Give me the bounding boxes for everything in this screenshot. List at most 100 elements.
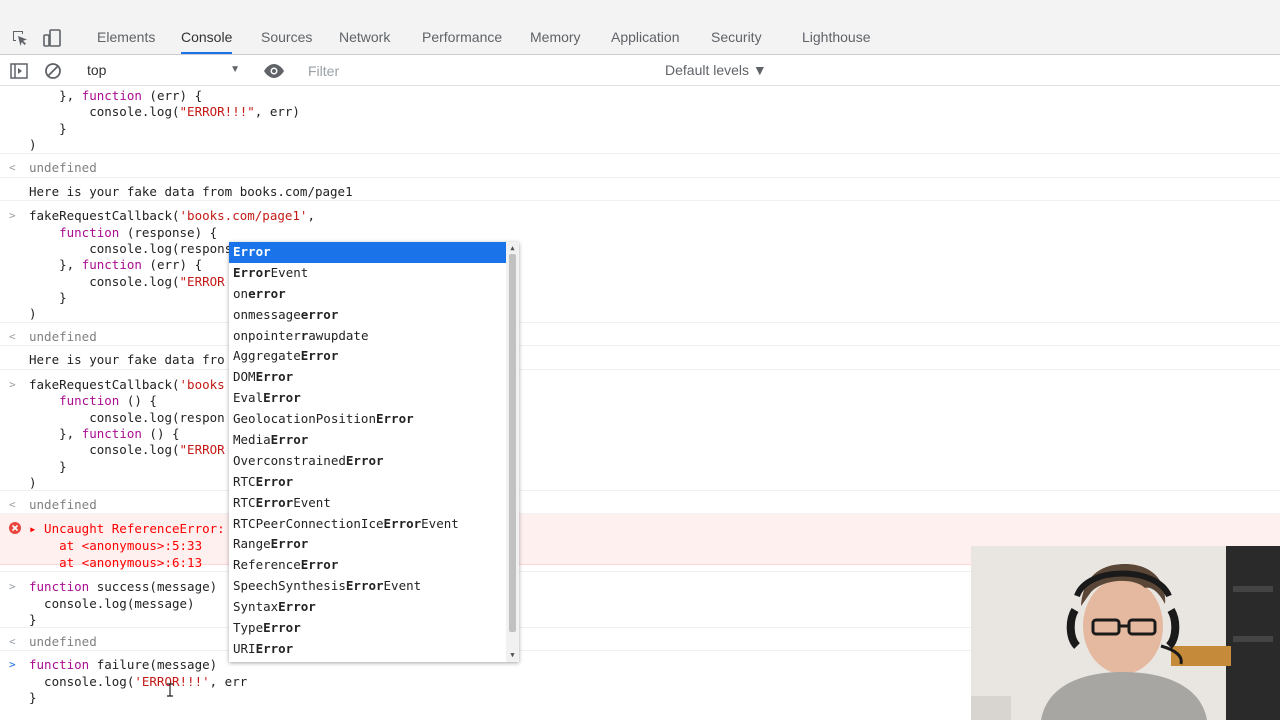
console-line: function (response) { [0,224,1280,241]
console-line-text: function failure(message) [29,657,218,672]
sidebar-toggle-icon[interactable] [9,61,29,81]
console-line-text: }, function (err) { [29,88,203,103]
result-arrow-icon: < [9,498,16,511]
autocomplete-dropdown[interactable]: Error ErrorEvent onerror onmessageerror onpo… [229,242,519,662]
console-line-text: at <anonymous>:5:33 [29,538,203,553]
console-line: console.log("ERROR!!!", err) [0,103,1280,120]
result-arrow-icon: < [9,161,16,174]
text-cursor-icon [166,683,173,697]
autocomplete-item[interactable]: ReferenceError [229,555,506,576]
console-line-text: function (response) { [59,225,218,240]
console-message-separator [0,200,1280,201]
tab-console[interactable]: Console [181,28,233,54]
console-line-text: ▸ Uncaught ReferenceError: [29,521,225,536]
console-line: > fakeRequestCallback('books [0,376,1280,393]
tab-performance[interactable]: Performance [422,28,502,54]
chevron-down-icon: ▼ [230,64,240,75]
console-line-text: }, function () { [29,426,180,441]
console-line-text: console.log(response) [29,241,248,256]
autocomplete-item[interactable]: SyntaxError [229,597,506,618]
result-arrow-icon: < [9,635,16,648]
context-selector-value: top [87,62,107,78]
console-line-text: console.log(message) [29,596,195,611]
tab-application[interactable]: Application [611,28,680,54]
console-line-text: }, function (err) { [29,257,203,272]
console-line-text: console.log("ERROR [29,274,225,289]
input-prompt-icon: > [9,378,16,391]
tab-network[interactable]: Network [339,28,390,54]
autocomplete-item[interactable]: onmessageerror [229,305,506,326]
autocomplete-item[interactable]: TypeError [229,618,506,639]
result-arrow-icon: < [9,330,16,343]
console-message-separator [0,177,1280,178]
console-line: < undefined [0,328,1280,345]
console-line-text: Here is your fake data fro [29,352,225,367]
autocomplete-item[interactable]: onpointerrawupdate [229,326,506,347]
console-message-separator [0,513,1280,514]
console-line: console.log("ERROR [0,441,1280,458]
console-message-separator [0,369,1280,370]
autocomplete-item[interactable]: Error [229,242,506,263]
console-message-separator [0,153,1280,154]
autocomplete-item[interactable]: onerror [229,284,506,305]
scrollbar-thumb[interactable] [509,254,516,632]
scroll-up-icon[interactable]: ▲ [509,244,516,252]
autocomplete-item[interactable]: URIError [229,639,506,660]
input-prompt-icon: > [9,580,16,593]
console-line-text: at <anonymous>:6:13 [29,555,203,570]
filter-input[interactable] [300,60,600,82]
console-line-text: console.log(respon [29,410,225,425]
input-prompt-icon: > [9,209,16,222]
clear-console-icon[interactable] [43,61,63,81]
console-line-text: undefined [29,497,97,512]
log-levels-dropdown[interactable]: Default levels ▼ [665,56,767,84]
autocomplete-item[interactable]: ErrorEvent [229,263,506,284]
autocomplete-list: Error ErrorEvent onerror onmessageerror onpo… [229,242,506,660]
console-line-text: } [29,290,67,305]
console-line-text: } [29,121,67,136]
scroll-down-icon[interactable]: ▼ [509,651,516,659]
autocomplete-item[interactable]: SpeechSynthesisErrorEvent [229,576,506,597]
autocomplete-item[interactable]: MediaError [229,430,506,451]
console-line: }, function (err) { [0,256,1280,273]
tab-sources[interactable]: Sources [261,28,312,54]
console-line-text: ) [29,306,37,321]
console-line-text: } [29,612,37,627]
tab-lighthouse[interactable]: Lighthouse [802,28,871,54]
console-line-text: console.log("ERROR [29,442,225,457]
console-message-separator [0,322,1280,323]
console-line: } [0,289,1280,306]
autocomplete-item[interactable]: AggregateError [229,346,506,367]
console-line: console.log(response) [0,240,1280,257]
autocomplete-item[interactable]: RTCErrorEvent [229,493,506,514]
console-line-text: undefined [29,160,97,175]
console-line-text: console.log('ERROR!!!', err [29,674,248,689]
console-toolbar: top ▼ Default levels ▼ [0,56,1280,86]
console-line: Here is your fake data fro [0,351,1280,368]
tab-security[interactable]: Security [711,28,762,54]
autocomplete-item[interactable]: EvalError [229,388,506,409]
autocomplete-item[interactable]: OverconstrainedError [229,451,506,472]
console-line-text: } [29,459,67,474]
autocomplete-scrollbar[interactable]: ▲ ▼ [506,242,519,662]
context-selector[interactable]: top ▼ [80,56,250,84]
console-line-text: ) [29,475,37,490]
console-line-text: fakeRequestCallback('books.com/page1', [29,208,315,223]
inspect-element-icon[interactable] [10,28,30,48]
presenter-video-image [971,546,1280,720]
autocomplete-item[interactable]: DOMError [229,367,506,388]
autocomplete-item[interactable]: GeolocationPositionError [229,409,506,430]
console-line-text: function () { [59,393,157,408]
device-toolbar-icon[interactable] [42,28,62,48]
eye-icon[interactable] [263,61,285,81]
input-prompt-icon: > [9,658,16,671]
autocomplete-item[interactable]: RTCPeerConnectionIceErrorEvent [229,514,506,535]
tab-elements[interactable]: Elements [97,28,155,54]
console-line-text: fakeRequestCallback('books [29,377,225,392]
tab-memory[interactable]: Memory [530,28,581,54]
console-line: console.log("ERROR [0,273,1280,290]
autocomplete-item[interactable]: RTCError [229,472,506,493]
autocomplete-item[interactable]: RangeError [229,534,506,555]
console-line: } [0,458,1280,475]
console-line: ▸ Uncaught ReferenceError: [0,520,1280,537]
